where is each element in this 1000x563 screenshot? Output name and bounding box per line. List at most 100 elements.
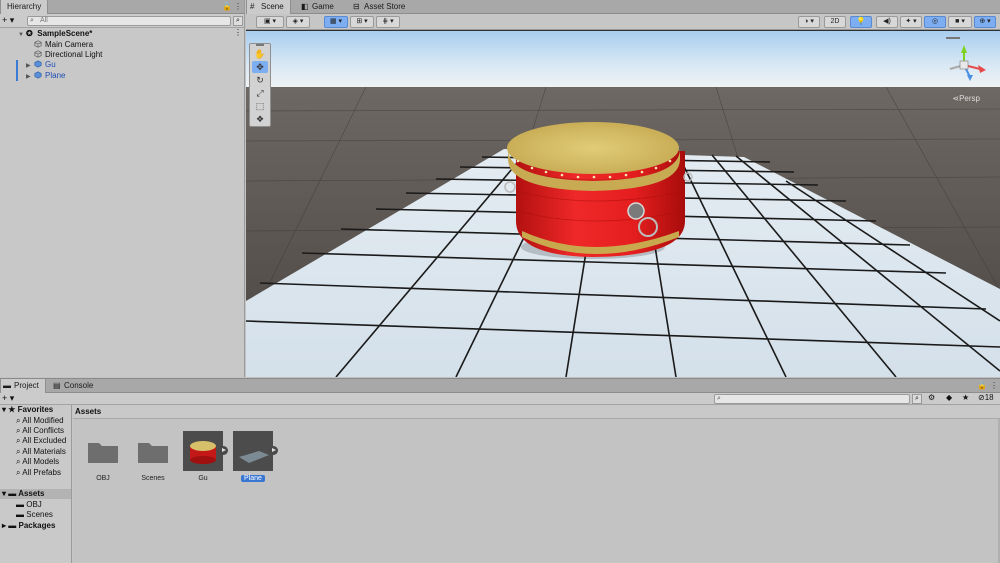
snap-increment-dropdown[interactable]: ⊞ ▾ xyxy=(350,16,374,28)
search-icon: ⌕ xyxy=(16,416,21,425)
favorite-all-materials[interactable]: ⌕ All Materials xyxy=(16,447,66,457)
scene-panel: # Scene ◧ Game ⊟ Asset Store ▣ ▾ ◈ ▾ ▦ ▾ ⊞ … xyxy=(246,0,1000,377)
search-options-icon[interactable]: ⌕ xyxy=(233,16,243,26)
draw-mode-dropdown[interactable]: ▣ ▾ xyxy=(256,16,284,28)
folder-label: Scenes xyxy=(26,510,53,519)
favorite-label: All Conflicts xyxy=(22,426,65,435)
tab-game[interactable]: ◧ Game xyxy=(298,0,340,14)
lock-icon[interactable]: 🔒 xyxy=(222,2,232,11)
lock-icon[interactable]: 🔒 xyxy=(977,381,987,390)
item-label: Main Camera xyxy=(45,40,94,49)
transform-tool-icon[interactable]: ❖ xyxy=(252,113,268,125)
add-button[interactable]: + ▾ xyxy=(2,15,14,26)
expand-arrow-icon[interactable]: ▶ xyxy=(26,72,34,83)
hand-tool-icon[interactable]: ✋ xyxy=(252,48,268,60)
expand-arrow-icon[interactable]: ▼ xyxy=(18,30,26,41)
prefab-icon xyxy=(34,60,42,68)
lighting-toggle[interactable]: 💡 xyxy=(850,16,872,28)
effects-dropdown[interactable]: ✦ ▾ xyxy=(900,16,922,28)
search-by-type-icon[interactable]: ⌕ xyxy=(912,394,922,404)
kebab-menu-icon[interactable]: ⋮ xyxy=(234,2,242,11)
project-tabbar: ▬ Project ▤ Console 🔒 ⋮ xyxy=(0,379,1000,393)
gizmos-dropdown[interactable]: ⊕ ▾ xyxy=(974,16,996,28)
render-mode-dropdown[interactable]: ◈ ▾ xyxy=(286,16,310,28)
toggle-2d-button[interactable]: 2D xyxy=(824,16,846,28)
hidden-packages-toggle[interactable]: ⊘18 xyxy=(978,393,994,402)
projection-label[interactable]: ⋖Persp xyxy=(952,94,980,103)
item-label: Plane xyxy=(45,71,66,80)
folder-icon: ▬ xyxy=(8,489,17,498)
search-by-label-icon[interactable]: ⚙ xyxy=(928,393,935,402)
tab-label: Console xyxy=(64,381,94,390)
assets-root-row[interactable]: ▾ ▬ Assets xyxy=(0,489,71,499)
expand-arrow-icon[interactable]: ▸ xyxy=(2,521,6,530)
scale-tool-icon[interactable]: ⤢ xyxy=(252,87,268,99)
assets-grid: Assets OBJ Scenes Gu Plane xyxy=(73,405,1000,563)
tab-scene[interactable]: # Scene xyxy=(246,0,291,14)
console-tab-icon: ▤ xyxy=(53,381,61,390)
hidden-count: 18 xyxy=(984,393,994,402)
favorite-star-icon[interactable]: ★ xyxy=(962,393,969,402)
search-icon: ⌕ xyxy=(30,17,34,24)
tab-hierarchy[interactable]: Hierarchy xyxy=(0,0,49,14)
favorite-all-modified[interactable]: ⌕ All Modified xyxy=(16,416,64,426)
label-tag-icon[interactable]: ◆ xyxy=(946,393,952,402)
folder-icon: ▬ xyxy=(16,510,24,519)
tab-console[interactable]: ▤ Console xyxy=(50,379,99,393)
gizmo-grip[interactable] xyxy=(946,37,960,39)
add-asset-button[interactable]: + ▾ xyxy=(2,393,14,404)
audio-toggle[interactable]: ◀) xyxy=(876,16,898,28)
tab-project[interactable]: ▬ Project xyxy=(0,379,46,393)
hierarchy-item-gu[interactable]: ▶ Gu xyxy=(26,59,56,70)
expand-arrow-icon[interactable]: ▾ xyxy=(2,405,6,414)
expand-model-icon[interactable] xyxy=(219,446,228,455)
grid-snap-toggle[interactable]: ▦ ▾ xyxy=(324,16,348,28)
project-toolbar: + ▾ ⌕ ⌕ ⚙ ◆ ★ ⊘18 xyxy=(0,393,1000,405)
modified-marker xyxy=(16,60,18,81)
folder-obj[interactable]: ▬ OBJ xyxy=(16,500,42,510)
kebab-menu-icon[interactable]: ⋮ xyxy=(990,381,998,390)
rotate-tool-icon[interactable]: ↻ xyxy=(252,74,268,86)
search-placeholder: All xyxy=(40,17,48,24)
favorite-all-conflicts[interactable]: ⌕ All Conflicts xyxy=(16,426,64,436)
camera-settings-dropdown[interactable]: ■ ▾ xyxy=(948,16,972,28)
grid-visibility-dropdown[interactable]: ⋕ ▾ xyxy=(376,16,400,28)
tab-label: Asset Store xyxy=(364,2,406,11)
scene-tabbar: # Scene ◧ Game ⊟ Asset Store xyxy=(246,0,1000,14)
favorite-all-prefabs[interactable]: ⌕ All Prefabs xyxy=(16,468,61,478)
favorite-label: All Models xyxy=(22,457,60,466)
tab-asset-store[interactable]: ⊟ Asset Store xyxy=(350,0,411,14)
asset-model-gu[interactable]: Gu xyxy=(180,431,228,482)
plane-model-thumbnail xyxy=(233,431,273,471)
asset-model-plane[interactable]: Plane xyxy=(230,431,278,482)
favorites-row[interactable]: ▾ ★ Favorites xyxy=(2,405,53,415)
scene-menu-icon[interactable]: ⋮ xyxy=(234,28,242,37)
favorite-all-models[interactable]: ⌕ All Models xyxy=(16,457,59,467)
expand-model-icon[interactable] xyxy=(269,446,278,455)
expand-arrow-icon[interactable]: ▾ xyxy=(2,489,6,498)
hierarchy-search-input[interactable]: ⌕ All xyxy=(27,16,231,26)
folder-icon: ▬ xyxy=(8,521,17,530)
hierarchy-item-plane[interactable]: ▶ Plane xyxy=(26,70,65,81)
scene-tab-icon: # xyxy=(250,2,255,11)
asset-folder-obj[interactable]: OBJ xyxy=(80,431,126,482)
scene-viewport[interactable]: ✋ ✥ ↻ ⤢ ⬚ ❖ ⋖Persp xyxy=(246,31,1000,377)
project-search-input[interactable]: ⌕ xyxy=(714,394,910,404)
folder-scenes[interactable]: ▬ Scenes xyxy=(16,510,53,520)
scene-root-row[interactable]: ▼ ✪ SampleScene* xyxy=(18,28,92,39)
rect-tool-icon[interactable]: ⬚ xyxy=(252,100,268,112)
search-icon: ⌕ xyxy=(16,447,21,456)
asset-label: Gu xyxy=(198,475,208,482)
favorite-label: All Modified xyxy=(22,416,64,425)
hidden-objects-toggle[interactable]: ◎ xyxy=(924,16,946,28)
packages-row[interactable]: ▸ ▬ Packages xyxy=(2,521,55,531)
asset-folder-scenes[interactable]: Scenes xyxy=(130,431,176,482)
gameobject-icon xyxy=(34,40,42,48)
prefab-icon xyxy=(34,71,42,79)
toolbar-grip[interactable] xyxy=(256,44,264,46)
move-tool-icon[interactable]: ✥ xyxy=(252,61,268,73)
favorite-all-excluded[interactable]: ⌕ All Excluded xyxy=(16,436,66,446)
folder-icon xyxy=(88,443,118,463)
shading-dropdown[interactable]: ◑ ▾ xyxy=(798,16,820,28)
folder-label: OBJ xyxy=(26,500,42,509)
